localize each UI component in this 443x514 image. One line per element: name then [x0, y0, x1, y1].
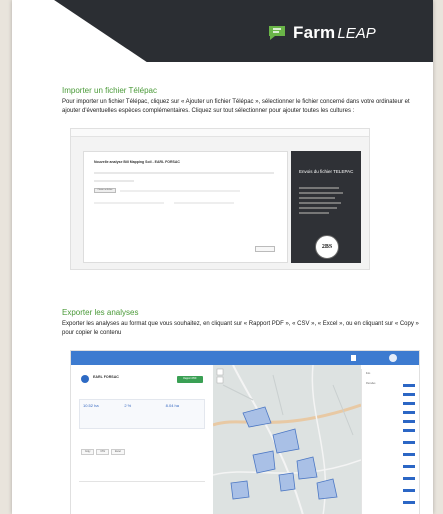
farm-name: EARL FORSAC [93, 375, 119, 379]
farm-panel: EARL FORSAC Rapport PDF 10.52 ha 2 % 8.0… [71, 365, 213, 514]
telepac-side-panel: Envois du fichier TELEPAC 2BS [291, 151, 361, 263]
section-text-import: Pour importer un fichier Télépac, clique… [62, 99, 410, 114]
report-button[interactable]: Rapport PDF [177, 376, 203, 383]
farm-avatar [81, 375, 89, 383]
logo-text-light: LEAP [337, 24, 376, 42]
arrow-icon [403, 420, 415, 423]
app-top-bar [71, 351, 419, 365]
table-header [79, 477, 205, 482]
modal-submit-button[interactable] [255, 246, 275, 252]
parcel-map[interactable] [213, 365, 361, 514]
account-icon[interactable] [389, 354, 397, 362]
screenshot-topnav [71, 129, 369, 137]
leaf-chat-icon [269, 26, 285, 40]
arrow-icon [403, 501, 415, 504]
excel-button[interactable]: Excel [111, 449, 125, 455]
arrow-icon [403, 384, 415, 387]
modal-line [94, 172, 274, 174]
arrow-icon [403, 477, 415, 480]
export-buttons: Copy CSV Excel [81, 449, 125, 455]
flag-icon[interactable] [351, 355, 356, 361]
logo-text-bold: Farm [293, 23, 336, 42]
farmleap-logo: Farm LEAP [267, 22, 376, 44]
section-text-export: Exporter les analyses au format que vous… [62, 321, 419, 336]
section-title-import: Importer un fichier Télépac [62, 86, 158, 95]
arrow-icon [403, 453, 415, 456]
stat-block: 10.52 ha [80, 400, 121, 428]
stat-block: 8.04 ha [163, 400, 204, 428]
modal-line [94, 202, 164, 204]
copy-button[interactable]: Copy [81, 449, 95, 455]
arrow-icon [403, 465, 415, 468]
arrow-icon [403, 393, 415, 396]
stats-card: 10.52 ha 2 % 8.04 ha [79, 399, 205, 429]
modal-line [94, 180, 134, 182]
stat-value: 10.52 ha [83, 403, 99, 408]
modal-line [120, 190, 240, 192]
map-drawing [213, 365, 361, 514]
arrow-icon [403, 489, 415, 492]
side-panel-title: Envois du fichier TELEPAC [299, 169, 354, 174]
arrow-icon [403, 429, 415, 432]
stat-value: 2 % [124, 403, 132, 408]
modal-line [174, 202, 234, 204]
stat-block: 2 % [121, 400, 162, 428]
table-row[interactable] [79, 489, 205, 497]
document-page: Farm LEAP Importer un fichier Télépac Po… [12, 0, 433, 514]
screenshot-export-analyses: EARL FORSAC Rapport PDF 10.52 ha 2 % 8.0… [70, 350, 420, 514]
side-panel-text [299, 187, 347, 217]
section-title-export: Exporter les analyses [62, 308, 139, 317]
arrow-icon [403, 402, 415, 405]
layer-legend: Ilots Parcelles [361, 369, 419, 514]
choose-file-button[interactable]: Choisir un fichier [94, 188, 116, 193]
stat-value: 8.04 ha [165, 403, 180, 408]
modal-title: Nouvelle analyse Bill Mapping Soil - EAR… [94, 160, 180, 164]
arrow-icon [403, 411, 415, 414]
arrow-icon [403, 441, 415, 444]
csv-button[interactable]: CSV [96, 449, 110, 455]
2bs-seal: 2BS [315, 235, 339, 259]
import-modal: Nouvelle analyse Bill Mapping Soil - EAR… [83, 151, 288, 263]
screenshot-import-telepac: Nouvelle analyse Bill Mapping Soil - EAR… [70, 128, 370, 270]
legend-item[interactable]: Ilots [366, 373, 418, 375]
